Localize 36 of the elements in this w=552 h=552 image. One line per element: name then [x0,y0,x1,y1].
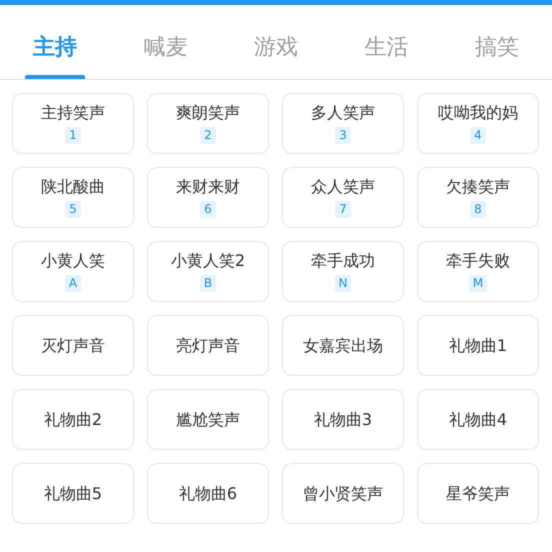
sound-button[interactable]: 哎呦我的妈 4 [417,93,539,154]
sound-button[interactable]: 礼物曲6 [147,463,269,524]
shortcut-key-badge: 8 [470,200,486,218]
sound-button[interactable]: 欠揍笑声 8 [417,167,539,228]
sound-button[interactable]: 礼物曲1 [417,315,539,376]
sound-button[interactable]: 小黄人笑2 B [147,241,269,302]
sound-button[interactable]: 礼物曲4 [417,389,539,450]
sound-button[interactable]: 礼物曲2 [12,389,134,450]
shortcut-key-badge: 1 [65,126,81,144]
sound-button[interactable]: 陕北酸曲 5 [12,167,134,228]
sound-button[interactable]: 曾小贤笑声 [282,463,404,524]
sound-button[interactable]: 多人笑声 3 [282,93,404,154]
sound-button[interactable]: 爽朗笑声 2 [147,93,269,154]
sound-button[interactable]: 小黄人笑 A [12,241,134,302]
sound-button[interactable]: 星爷笑声 [417,463,539,524]
sound-button[interactable]: 尴尬笑声 [147,389,269,450]
shortcut-key-badge: A [64,274,82,292]
sound-button[interactable]: 礼物曲5 [12,463,134,524]
shortcut-key-badge: N [334,274,352,292]
sound-button[interactable]: 众人笑声 7 [282,167,404,228]
sound-button[interactable]: 亮灯声音 [147,315,269,376]
sound-button[interactable]: 灭灯声音 [12,315,134,376]
sound-button[interactable]: 牵手失败 M [417,241,539,302]
shortcut-key-badge: 5 [65,200,81,218]
shortcut-key-badge: M [468,274,488,292]
shortcut-key-badge: 6 [200,200,216,218]
sound-button[interactable]: 礼物曲3 [282,389,404,450]
sound-button[interactable]: 主持笑声 1 [12,93,134,154]
shortcut-key-badge: 4 [470,126,486,144]
sound-button[interactable]: 来财来财 6 [147,167,269,228]
shortcut-key-badge: 2 [200,126,216,144]
shortcut-key-badge: 3 [335,126,351,144]
shortcut-key-badge: B [200,274,216,292]
sound-button[interactable]: 女嘉宾出场 [282,315,404,376]
sound-button[interactable]: 牵手成功 N [282,241,404,302]
shortcut-key-badge: 7 [335,200,351,218]
